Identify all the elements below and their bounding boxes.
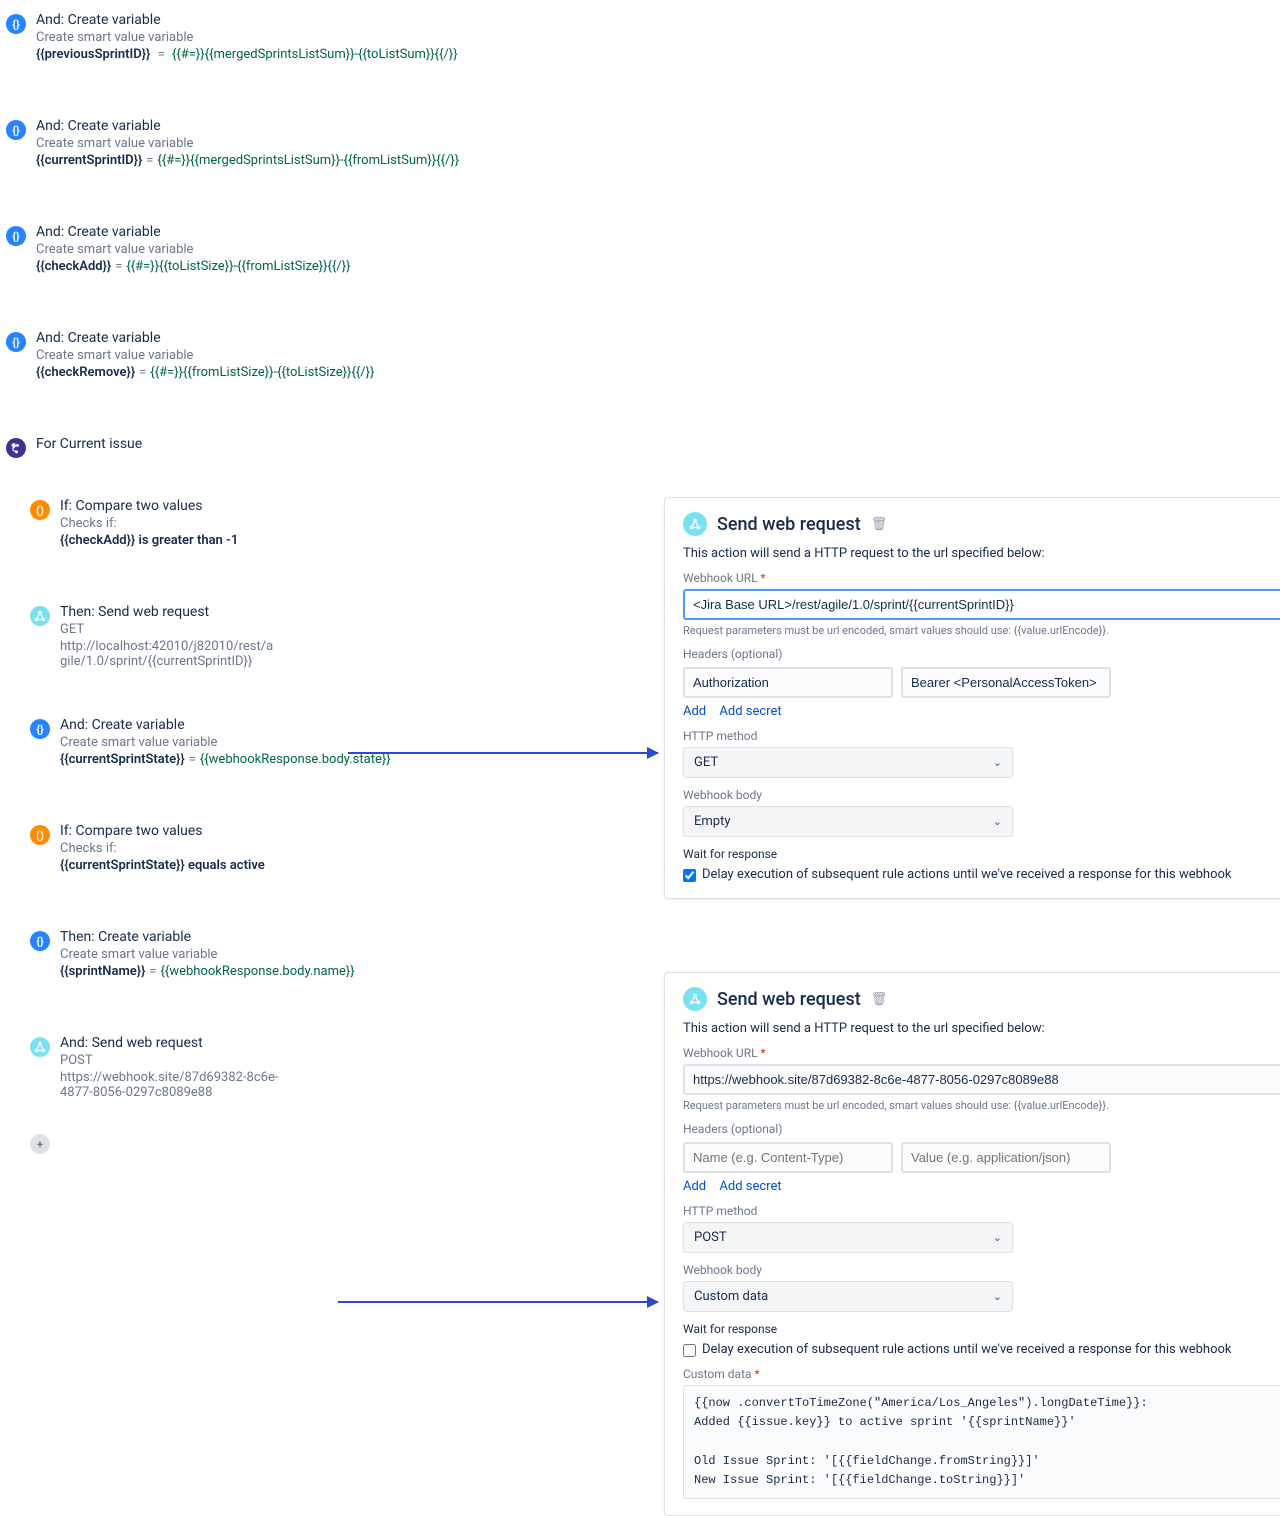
variable-icon: {} xyxy=(30,719,50,739)
wait-text: Delay execution of subsequent rule actio… xyxy=(702,867,1232,882)
web-request-panel: Send web request 🗑 This action will send… xyxy=(664,497,1280,899)
step-create-variable[interactable]: {} And: Create variable Create smart val… xyxy=(28,717,520,767)
http-method-label: HTTP method xyxy=(683,729,1280,743)
webhook-url-input[interactable] xyxy=(683,589,1280,620)
webhook-url-label: Webhook URL xyxy=(683,571,1280,585)
panel-description: This action will send a HTTP request to … xyxy=(683,1021,1280,1036)
webhook-url-input[interactable] xyxy=(683,1064,1280,1095)
url-hint: Request parameters must be url encoded, … xyxy=(683,624,1280,637)
panel-title: Send web request xyxy=(717,514,861,535)
chevron-down-icon: ⌄ xyxy=(993,815,1002,828)
wait-text: Delay execution of subsequent rule actio… xyxy=(702,1342,1232,1357)
headers-label: Headers (optional) xyxy=(683,647,1280,661)
webhook-body-label: Webhook body xyxy=(683,788,1280,802)
add-secret-link[interactable]: Add secret xyxy=(719,704,781,719)
http-method-select[interactable]: GET⌄ xyxy=(683,747,1013,778)
header-value-input[interactable] xyxy=(901,667,1111,698)
step-web-request[interactable]: Then: Send web request GET http://localh… xyxy=(28,604,520,671)
header-name-input[interactable] xyxy=(683,667,893,698)
wait-label: Wait for response xyxy=(683,847,1280,861)
webhook-body-label: Webhook body xyxy=(683,1263,1280,1277)
plus-icon: + xyxy=(30,1134,50,1154)
chevron-down-icon: ⌄ xyxy=(993,756,1002,769)
add-secret-link[interactable]: Add secret xyxy=(719,1179,781,1194)
webhook-icon xyxy=(30,606,50,626)
delete-icon[interactable]: 🗑 xyxy=(871,992,888,1007)
variable-icon: {} xyxy=(6,14,26,34)
custom-data-label: Custom data xyxy=(683,1367,1280,1381)
step-create-variable[interactable]: {} And: Create variable Create smart val… xyxy=(4,118,520,168)
webhook-body-select[interactable]: Empty⌄ xyxy=(683,806,1013,837)
webhook-body-select[interactable]: Custom data⌄ xyxy=(683,1281,1013,1312)
wait-label: Wait for response xyxy=(683,1322,1280,1336)
wait-checkbox[interactable] xyxy=(683,1344,696,1357)
header-name-input[interactable] xyxy=(683,1142,893,1173)
step-create-variable[interactable]: {} And: Create variable Create smart val… xyxy=(4,224,520,274)
chevron-down-icon: ⌄ xyxy=(993,1231,1002,1244)
step-web-request[interactable]: And: Send web request POST https://webho… xyxy=(28,1035,520,1102)
step-create-variable[interactable]: {} And: Create variable Create smart val… xyxy=(4,12,520,62)
branch-icon xyxy=(6,438,26,458)
url-hint: Request parameters must be url encoded, … xyxy=(683,1099,1280,1112)
variable-icon: {} xyxy=(6,226,26,246)
panel-description: This action will send a HTTP request to … xyxy=(683,546,1280,561)
variable-icon: {} xyxy=(6,120,26,140)
http-method-label: HTTP method xyxy=(683,1204,1280,1218)
panel-title: Send web request xyxy=(717,989,861,1010)
webhook-url-label: Webhook URL xyxy=(683,1046,1280,1060)
add-header-link[interactable]: Add xyxy=(683,1179,706,1194)
step-create-variable[interactable]: {} Then: Create variable Create smart va… xyxy=(28,929,520,979)
step-condition[interactable]: () If: Compare two values Checks if: {{c… xyxy=(28,498,520,548)
variable-icon: {} xyxy=(30,931,50,951)
wait-checkbox[interactable] xyxy=(683,869,696,882)
step-condition[interactable]: () If: Compare two values Checks if: {{c… xyxy=(28,823,520,873)
chevron-down-icon: ⌄ xyxy=(993,1290,1002,1303)
step-title: And: Create variable xyxy=(36,12,520,28)
variable-icon: {} xyxy=(6,332,26,352)
step-branch[interactable]: For Current issue xyxy=(4,436,520,458)
condition-icon: () xyxy=(30,825,50,845)
custom-data-textarea[interactable]: {{now .convertToTimeZone("America/Los_An… xyxy=(683,1385,1280,1499)
add-header-link[interactable]: Add xyxy=(683,704,706,719)
web-request-panel: Send web request 🗑 This action will send… xyxy=(664,972,1280,1516)
webhook-icon xyxy=(683,512,707,536)
delete-icon[interactable]: 🗑 xyxy=(871,517,888,532)
arrow-indicator xyxy=(348,752,658,754)
add-step-button[interactable]: + xyxy=(28,1132,520,1154)
header-value-input[interactable] xyxy=(901,1142,1111,1173)
step-create-variable[interactable]: {} And: Create variable Create smart val… xyxy=(4,330,520,380)
http-method-select[interactable]: POST⌄ xyxy=(683,1222,1013,1253)
webhook-icon xyxy=(683,987,707,1011)
arrow-indicator xyxy=(338,1301,658,1303)
webhook-icon xyxy=(30,1037,50,1057)
step-expression: {{previousSprintID}} = {{#=}}{{mergedSpr… xyxy=(36,47,520,62)
condition-icon: () xyxy=(30,500,50,520)
headers-label: Headers (optional) xyxy=(683,1122,1280,1136)
step-subtitle: Create smart value variable xyxy=(36,30,520,45)
